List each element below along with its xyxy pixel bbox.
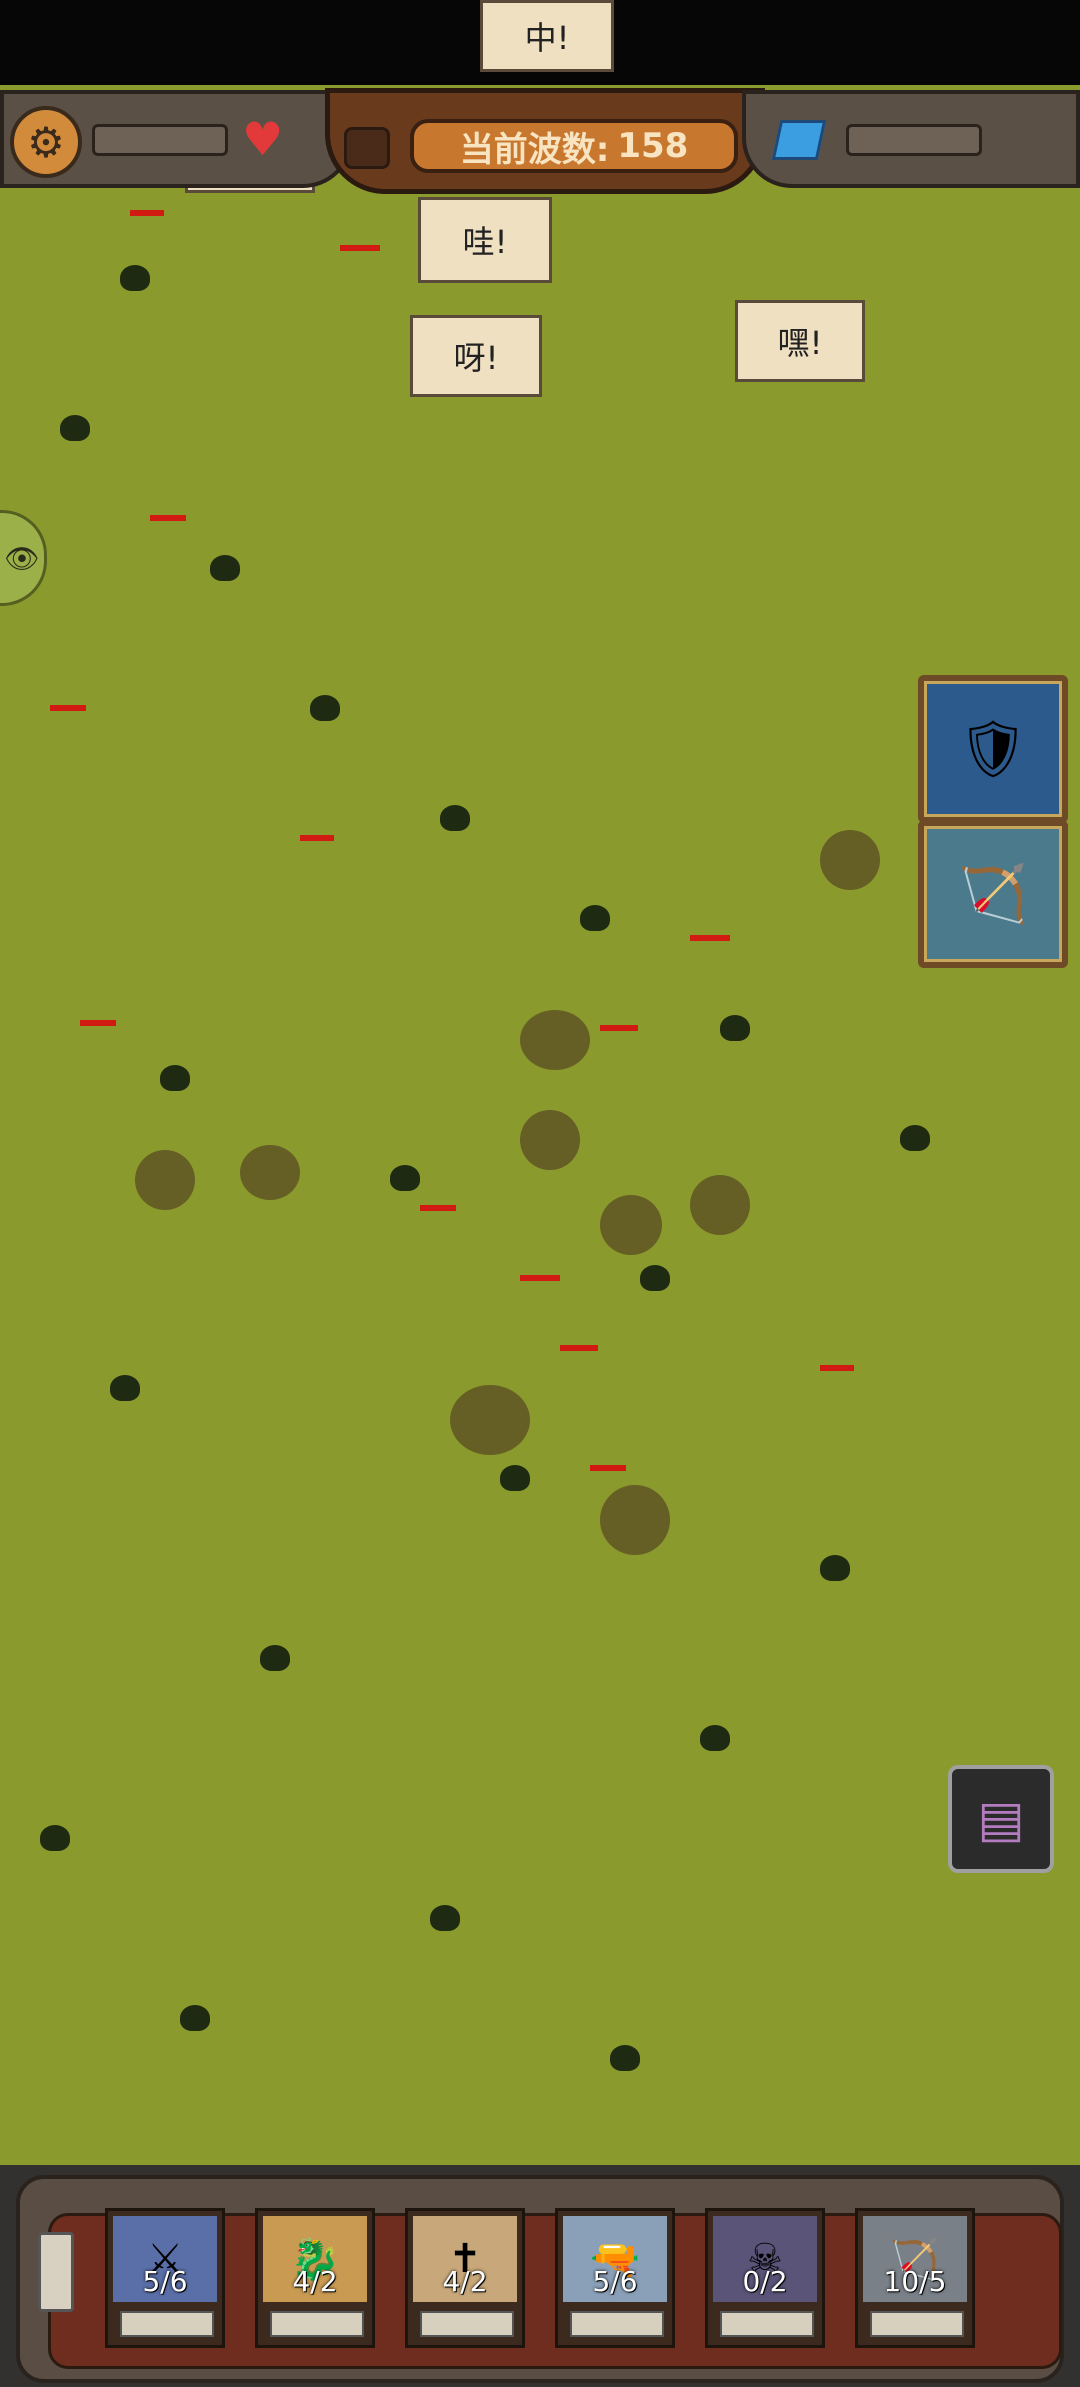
enemy-health-bar: [560, 1345, 598, 1351]
unit-upgrade-icons: [120, 2311, 214, 2337]
unit-card-dark-mage[interactable]: ☠ 0/2: [705, 2208, 825, 2348]
enemy-health-bar: [300, 835, 334, 841]
ballista-skill-button[interactable]: 🏹: [918, 820, 1068, 968]
unit-count: 5/6: [142, 2265, 188, 2298]
enemy-health-bar: [520, 1275, 560, 1281]
speech-bubble-text: 呀!: [453, 339, 499, 377]
unit-count: 5/6: [592, 2265, 638, 2298]
dust-cloud: [600, 1195, 662, 1255]
speech-bubble-text: 中!: [524, 19, 570, 57]
unit-upgrade-icons: [570, 2311, 664, 2337]
bush: [430, 1905, 460, 1931]
bush: [40, 1825, 70, 1851]
unit-card-priest[interactable]: ✝ 4/2: [405, 2208, 525, 2348]
speech-bubble: 哇!: [418, 197, 552, 283]
shield-sword-skill-button[interactable]: 🛡: [918, 675, 1068, 823]
speech-bubble: 嘿!: [735, 300, 865, 382]
unit-upgrade-icons: [420, 2311, 514, 2337]
bush: [580, 905, 610, 931]
unit-card-dragon-knight[interactable]: 🐉 4/2: [255, 2208, 375, 2348]
bush: [210, 555, 240, 581]
eye-icon: 👁: [4, 541, 40, 575]
treasure-chest-button[interactable]: ▤: [948, 1765, 1054, 1873]
enemy-health-bar: [420, 1205, 456, 1211]
shield-icon: [344, 127, 390, 169]
enemy-health-bar: [690, 935, 730, 941]
speech-bubble: 呀!: [410, 315, 542, 397]
bush: [610, 2045, 640, 2071]
dust-cloud: [520, 1110, 580, 1170]
speech-bubble-text: 哇!: [462, 223, 508, 261]
battlefield[interactable]: 嘿! 哇! 呀! 嘿! 🛡 🏹 👁 ▤: [0, 85, 1080, 2165]
enemy-health-bar: [130, 210, 164, 216]
unit-count: 10/5: [883, 2265, 947, 2298]
bush: [310, 695, 340, 721]
unit-card-ballista[interactable]: 🏹 10/5: [855, 2208, 975, 2348]
bush: [110, 1375, 140, 1401]
bush: [120, 265, 150, 291]
bush: [900, 1125, 930, 1151]
bush: [820, 1555, 850, 1581]
unit-count: 4/2: [442, 2265, 488, 2298]
gem-icon: [771, 120, 827, 160]
unit-count: 0/2: [742, 2265, 788, 2298]
bush: [260, 1645, 290, 1671]
hud-left-panel: ⚙ ♥: [0, 90, 353, 188]
bush: [180, 2005, 210, 2031]
hud-right-panel: [742, 90, 1080, 188]
hud-slot: [92, 124, 228, 156]
unit-count: 4/2: [292, 2265, 338, 2298]
dust-cloud: [600, 1485, 670, 1555]
wave-label: 当前波数:: [459, 129, 610, 170]
enemy-health-bar: [150, 515, 186, 521]
bush: [60, 415, 90, 441]
wave-badge: 当前波数: 158: [410, 119, 738, 173]
dust-cloud: [135, 1150, 195, 1210]
heart-icon: ♥: [242, 112, 284, 166]
shield-sword-icon: 🛡: [957, 717, 1029, 782]
dust-cloud: [690, 1175, 750, 1235]
wave-number: 158: [617, 126, 689, 166]
bush: [440, 805, 470, 831]
enemy-health-bar: [340, 245, 380, 251]
unit-upgrade-icons: [270, 2311, 364, 2337]
deck-side-tray[interactable]: [38, 2232, 74, 2312]
ballista-icon: 🏹: [958, 862, 1028, 927]
speech-bubble-text: 嘿!: [777, 324, 823, 362]
enemy-health-bar: [80, 1020, 116, 1026]
bush: [390, 1165, 420, 1191]
wave-counter: 当前波数: 158: [325, 88, 765, 194]
chest-icon: ▤: [977, 1790, 1025, 1848]
enemy-health-bar: [50, 705, 86, 711]
unit-upgrade-icons: [870, 2311, 964, 2337]
unit-card-gunslinger[interactable]: 🔫 5/6: [555, 2208, 675, 2348]
side-toggle-button[interactable]: 👁: [0, 510, 47, 606]
dust-cloud: [240, 1145, 300, 1200]
unit-upgrade-icons: [720, 2311, 814, 2337]
dust-cloud: [820, 830, 880, 890]
bush: [640, 1265, 670, 1291]
dust-cloud: [520, 1010, 590, 1070]
enemy-health-bar: [590, 1465, 626, 1471]
dust-cloud: [450, 1385, 530, 1455]
enemy-health-bar: [600, 1025, 638, 1031]
enemy-health-bar: [820, 1365, 854, 1371]
bush: [720, 1015, 750, 1041]
speech-bubble-top: 中!: [480, 0, 614, 72]
currency-slot: [846, 124, 982, 156]
bush: [500, 1465, 530, 1491]
bush: [160, 1065, 190, 1091]
bush: [700, 1725, 730, 1751]
gear-icon[interactable]: ⚙: [10, 106, 82, 178]
unit-card-spartan[interactable]: ⚔ 5/6: [105, 2208, 225, 2348]
top-bar: 中!: [0, 0, 1080, 85]
